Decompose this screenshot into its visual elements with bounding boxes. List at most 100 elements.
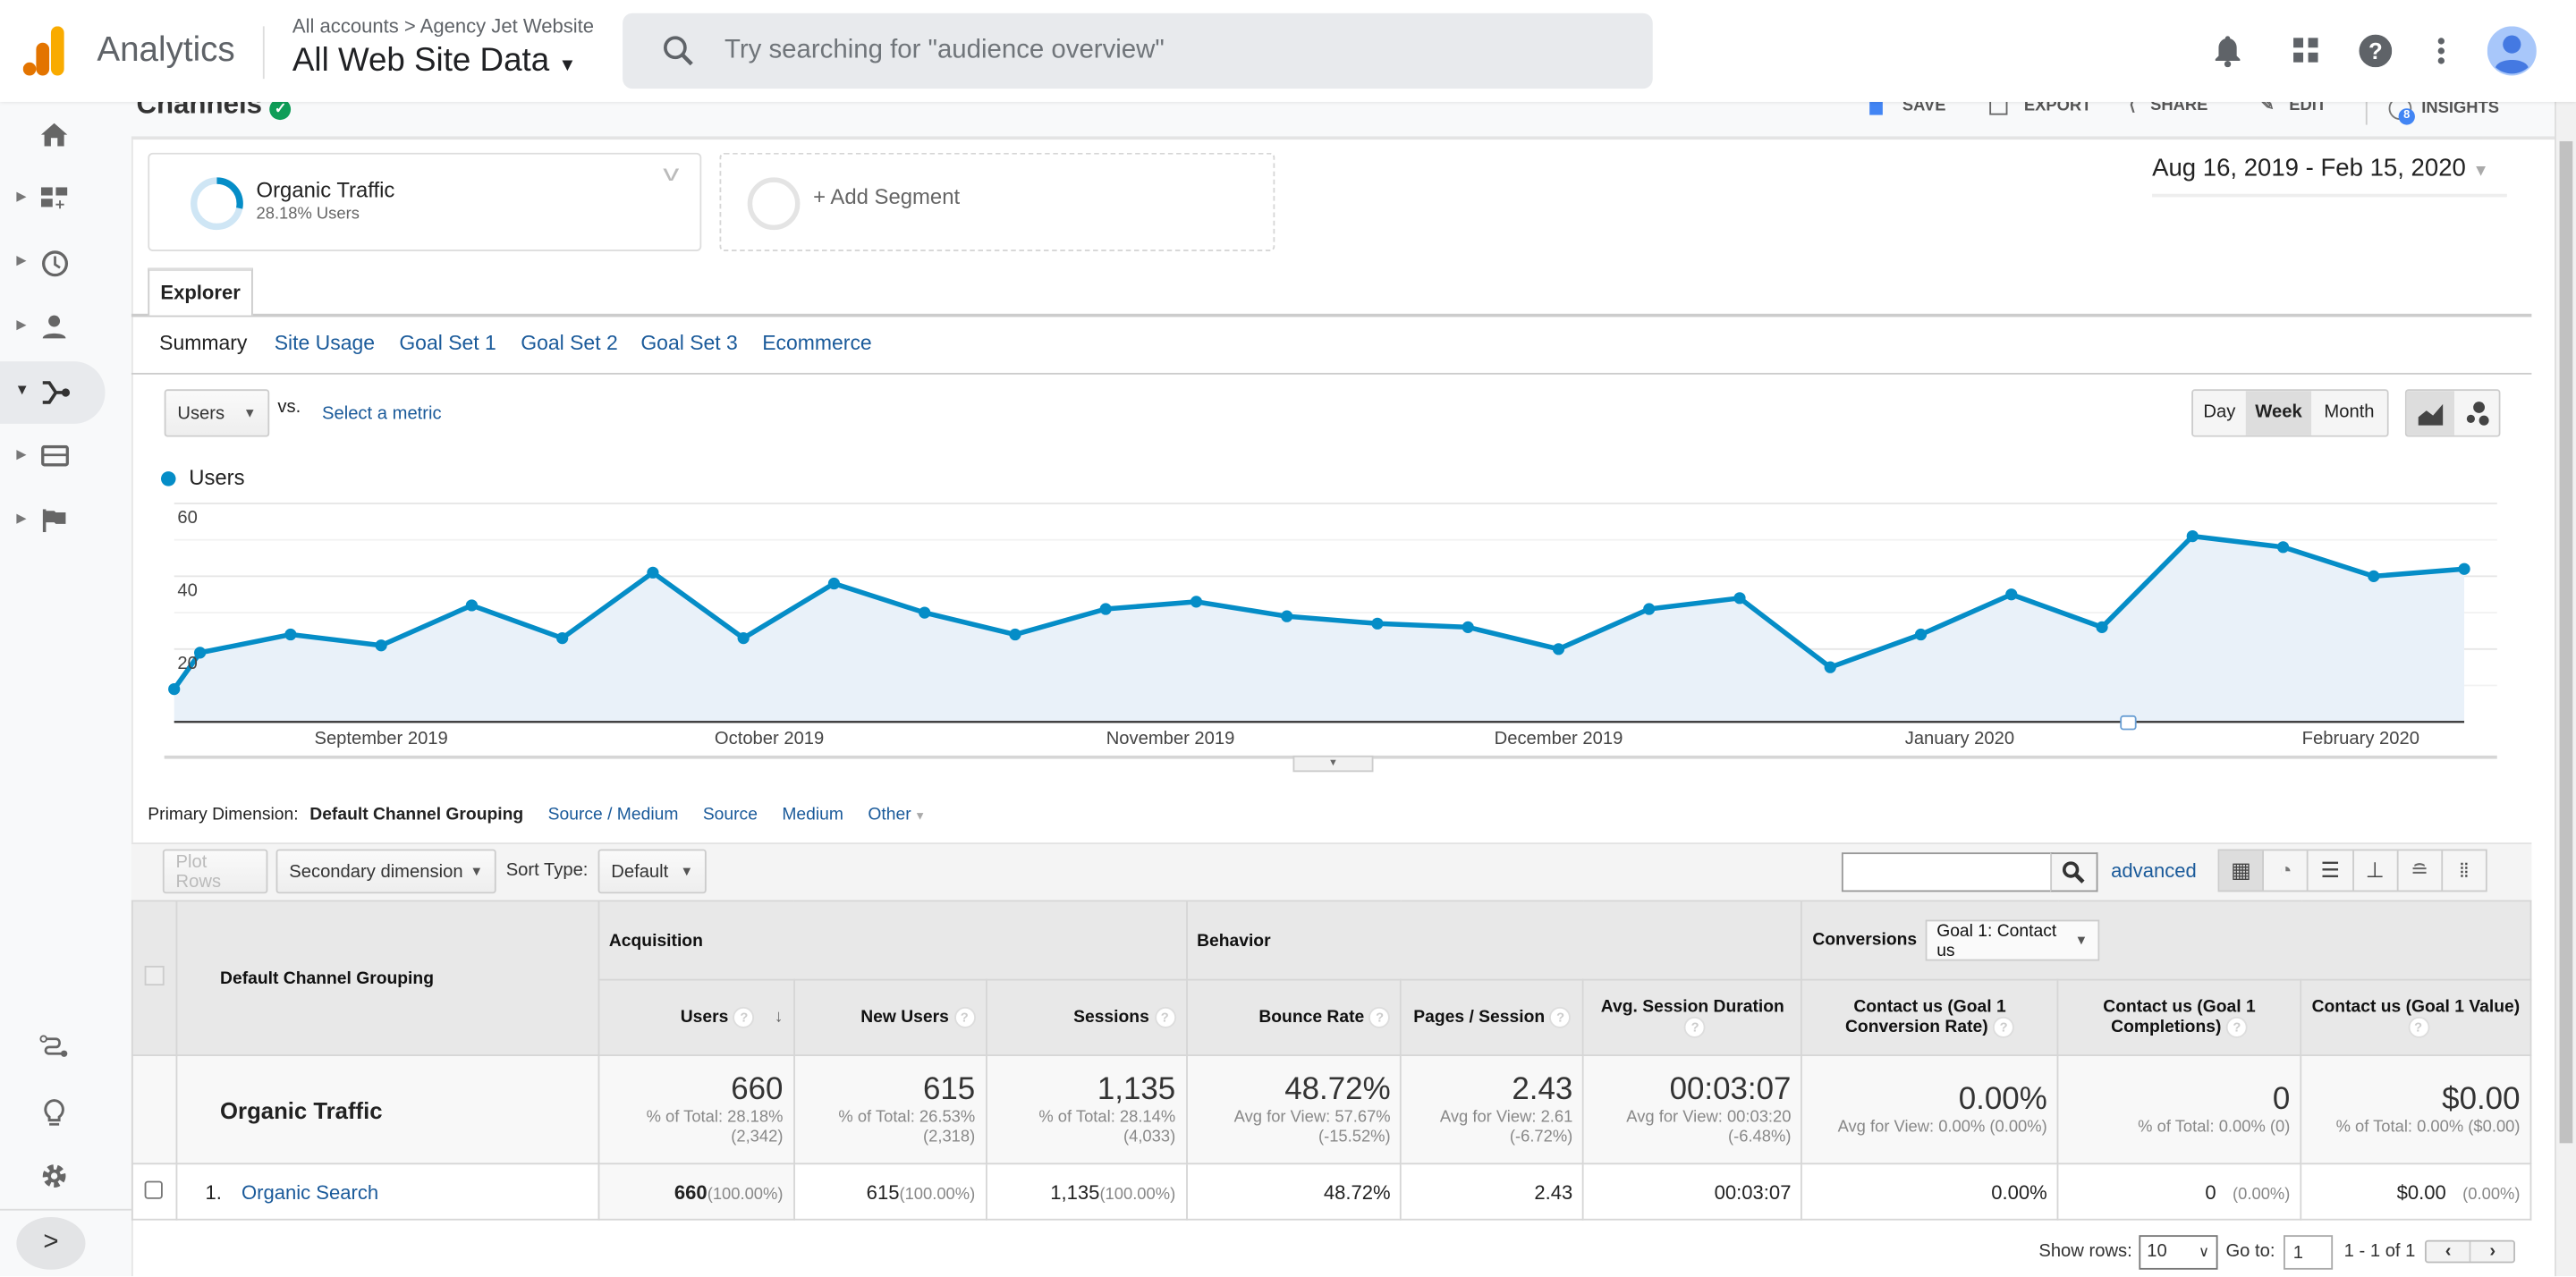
data-point — [284, 628, 297, 641]
view-performance-button[interactable]: ☰ — [2309, 850, 2354, 891]
cell-value: 660 — [674, 1180, 708, 1204]
chart-collapse-handle[interactable]: ▼ — [1292, 755, 1374, 773]
help-tooltip-icon[interactable]: ? — [733, 1006, 755, 1028]
show-rows-select[interactable]: 10 ∨ — [2139, 1234, 2218, 1269]
bar-chart-icon: ☰ — [2320, 857, 2340, 883]
cell-percent: (100.00%) — [707, 1185, 784, 1204]
secondary-dimension-label: Secondary dimension — [289, 861, 463, 882]
column-header-goal1-value[interactable]: Contact us (Goal 1 Value)? — [2300, 978, 2532, 1056]
caret-down-icon: ▼ — [558, 55, 577, 76]
help-tooltip-icon[interactable]: ? — [1368, 1006, 1391, 1028]
data-point — [827, 577, 841, 590]
account-breadcrumb[interactable]: All accounts > Agency Jet Website — [292, 15, 594, 38]
total-goal1-value: $0.00% of Total: 0.00% ($0.00) — [2300, 1054, 2532, 1165]
column-header-pages-per-session[interactable]: Pages / Session? — [1400, 978, 1585, 1056]
view-term-cloud-button[interactable]: ≘ — [2398, 850, 2443, 891]
cell-value: $0.00 — [2396, 1180, 2446, 1204]
total-value: 0 — [2272, 1081, 2291, 1117]
total-users: 660% of Total: 28.18% (2,342) — [597, 1054, 795, 1165]
column-header-bounce-rate[interactable]: Bounce Rate? — [1185, 978, 1402, 1056]
annotation-marker-icon[interactable] — [2120, 715, 2137, 731]
caret-down-icon: ▼ — [680, 864, 694, 879]
column-header-label: Contact us (Goal 1 Value) — [2311, 996, 2521, 1017]
user-avatar[interactable] — [2487, 26, 2537, 76]
total-comparison: % of Total: 0.00% ($0.00) — [2335, 1117, 2521, 1137]
sort-desc-arrow-icon[interactable]: ↓ — [775, 1007, 784, 1027]
help-tooltip-icon[interactable]: ? — [1993, 1016, 2015, 1038]
view-data-table-button[interactable]: ▦ — [2219, 850, 2265, 891]
help-tooltip-icon[interactable]: ? — [1549, 1006, 1572, 1028]
column-header-users[interactable]: Users? ↓ — [597, 978, 795, 1056]
view-selector[interactable]: All Web Site Data ▼ — [292, 43, 576, 80]
y-tick-label: 40 — [177, 580, 197, 600]
cell-percent: (100.00%) — [1099, 1185, 1176, 1204]
totals-label: Organic Traffic — [175, 1054, 599, 1165]
table-search-button[interactable] — [2050, 852, 2098, 892]
row-goal1-completions: 0 (0.00%) — [2056, 1163, 2302, 1221]
apps-grid-icon[interactable] — [2293, 38, 2318, 63]
search-bar[interactable]: Try searching for "audience overview" — [623, 13, 1653, 89]
plot-rows-button[interactable]: Plot Rows — [162, 849, 268, 894]
total-value: 00:03:07 — [1669, 1071, 1792, 1107]
next-page-button[interactable]: › — [2471, 1242, 2514, 1262]
secondary-dimension-dropdown[interactable]: Secondary dimension ▼ — [275, 849, 496, 894]
row-name-link[interactable]: Organic Search — [242, 1180, 378, 1204]
total-comparison: % of Total: 28.14% (4,033) — [1038, 1107, 1176, 1146]
dimension-other[interactable]: Other ▼ — [868, 805, 926, 825]
goal-selector-dropdown[interactable]: Goal 1: Contact us ▼ — [1925, 919, 2100, 961]
tab-explorer[interactable]: Explorer — [148, 267, 253, 316]
y-tick-label: 60 — [177, 508, 197, 528]
previous-page-button[interactable]: ‹ — [2427, 1241, 2471, 1262]
caret-down-icon: ▼ — [911, 811, 926, 824]
advanced-filter-link[interactable]: advanced — [2111, 859, 2197, 883]
dimension-medium[interactable]: Medium — [782, 805, 843, 825]
lightbulb-icon[interactable] — [43, 1099, 66, 1127]
data-point — [1009, 628, 1021, 641]
help-tooltip-icon[interactable]: ? — [953, 1006, 976, 1028]
column-header-goal1-conversion-rate[interactable]: Contact us (Goal 1 Conversion Rate)? — [1801, 978, 2059, 1056]
settings-gear-icon[interactable] — [41, 1163, 67, 1188]
view-comparison-button[interactable]: ⊥ — [2353, 850, 2399, 891]
table-search-input[interactable] — [1841, 852, 2054, 892]
help-tooltip-icon[interactable]: ? — [2407, 1016, 2429, 1038]
analytics-logo-icon[interactable] — [22, 26, 69, 76]
help-tooltip-icon[interactable]: ? — [1684, 1016, 1707, 1038]
help-tooltip-icon[interactable]: ? — [1154, 1006, 1176, 1028]
help-icon[interactable]: ? — [2359, 34, 2393, 68]
top-header: Analytics All accounts > Agency Jet Webs… — [0, 0, 2576, 102]
more-vert-icon[interactable] — [2436, 36, 2446, 65]
notifications-bell-icon[interactable] — [2213, 35, 2242, 68]
table-row[interactable]: 1. Organic Search 660(100.00%) 615(100.00%… — [131, 1163, 2532, 1221]
search-input[interactable]: Try searching for "audience overview" — [724, 36, 1165, 65]
sort-type-dropdown[interactable]: Default ▼ — [597, 849, 707, 894]
select-all-checkbox[interactable] — [144, 965, 165, 986]
row-index: 1. — [205, 1180, 222, 1204]
goto-input[interactable]: 1 — [2283, 1234, 2333, 1269]
dimension-source-medium[interactable]: Source / Medium — [548, 805, 679, 825]
row-new-users: 615(100.00%) — [792, 1163, 987, 1221]
help-tooltip-icon[interactable]: ? — [2225, 1016, 2248, 1038]
view-percentage-button[interactable]: ◔ — [2264, 850, 2309, 891]
search-icon — [2062, 861, 2085, 884]
column-header-new-users[interactable]: New Users? — [792, 978, 987, 1056]
x-tick-label: November 2019 — [1106, 729, 1235, 748]
total-value: $0.00 — [2442, 1081, 2521, 1117]
dimension-header[interactable]: Default Channel Grouping — [175, 900, 599, 1056]
total-new-users: 615% of Total: 26.53% (2,318) — [792, 1054, 987, 1165]
data-point — [1371, 617, 1384, 630]
attribution-icon[interactable] — [39, 1035, 69, 1058]
data-point — [2458, 562, 2470, 575]
column-header-sessions[interactable]: Sessions? — [985, 978, 1188, 1056]
primary-dimension-bar: Primary Dimension: Default Channel Group… — [148, 805, 926, 825]
row-checkbox[interactable] — [145, 1180, 164, 1198]
show-rows-label: Show rows: — [2038, 1241, 2132, 1262]
view-pivot-button[interactable]: ⦙⦙ — [2443, 850, 2486, 890]
dimension-source[interactable]: Source — [703, 805, 758, 825]
dimension-default-channel-grouping[interactable]: Default Channel Grouping — [309, 805, 523, 825]
column-header-avg-session-duration[interactable]: Avg. Session Duration? — [1582, 978, 1803, 1056]
total-bounce-rate: 48.72% Avg for View: 57.67% (-15.52%) — [1185, 1054, 1402, 1165]
x-tick-label: December 2019 — [1495, 729, 1623, 748]
column-header-goal1-completions[interactable]: Contact us (Goal 1 Completions)? — [2056, 978, 2302, 1056]
expand-sidebar-button[interactable]: > — [16, 1216, 86, 1270]
cell-percent: (0.00%) — [2462, 1185, 2521, 1204]
